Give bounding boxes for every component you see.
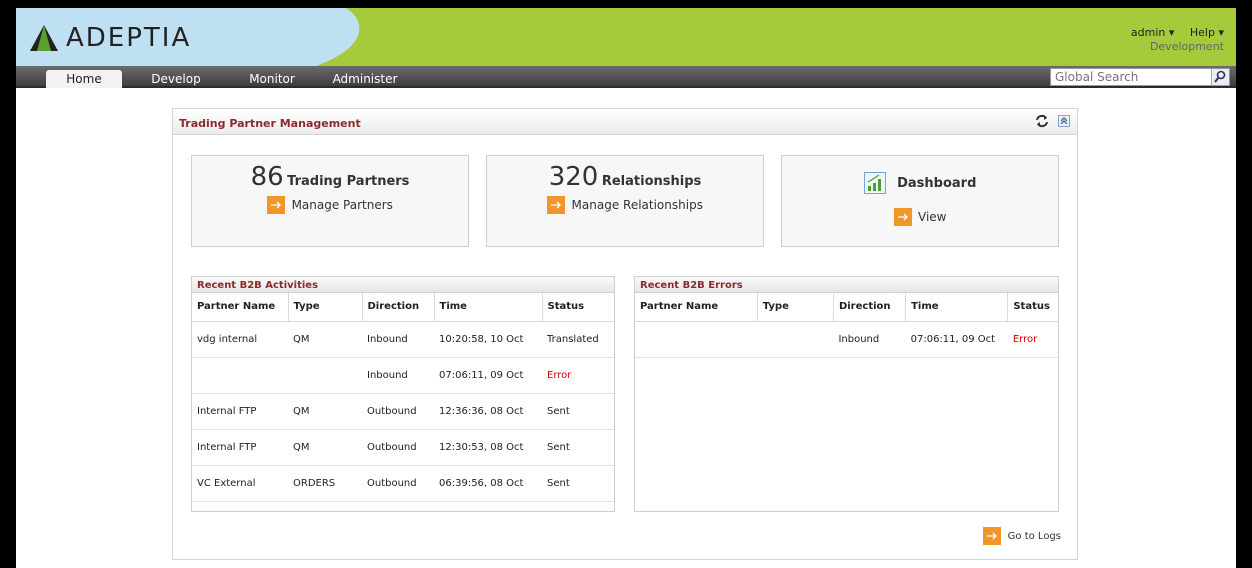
recent-activities-table: Recent B2B Activities Partner Name Type … bbox=[191, 276, 615, 512]
global-search-input[interactable] bbox=[1051, 69, 1207, 85]
refresh-icon bbox=[1036, 114, 1048, 128]
refresh-button[interactable] bbox=[1035, 114, 1049, 128]
recent-errors-table: Recent B2B Errors Partner Name Type Dire… bbox=[634, 276, 1059, 512]
table-header-row: Partner Name Type Direction Time Status bbox=[192, 293, 614, 322]
arrow-right-icon bbox=[983, 527, 1002, 545]
header-swoosh bbox=[16, 8, 360, 66]
search-icon bbox=[1214, 70, 1226, 83]
type-cell: QM bbox=[288, 393, 362, 430]
column-header[interactable]: Status bbox=[542, 293, 614, 322]
trading-partners-count: 86 bbox=[250, 162, 284, 192]
recent-activities-title: Recent B2B Activities bbox=[192, 277, 614, 293]
partner-cell: Internal FTP bbox=[192, 429, 288, 466]
relationships-count: 320 bbox=[548, 162, 599, 192]
partner-cell: Internal FTP bbox=[192, 393, 288, 430]
trading-partner-panel: Trading Partner Management 86 Trading Pa… bbox=[172, 108, 1078, 560]
column-header[interactable]: Type bbox=[757, 293, 834, 322]
global-search bbox=[1050, 68, 1230, 86]
status-cell: Sent bbox=[542, 429, 614, 466]
type-cell bbox=[288, 357, 362, 394]
type-cell: ORDERS bbox=[288, 465, 362, 502]
direction-cell: Inbound bbox=[833, 321, 906, 358]
partner-cell: VC External bbox=[192, 465, 288, 502]
tab-administer[interactable]: Administer bbox=[330, 70, 400, 88]
arrow-right-icon bbox=[893, 208, 912, 226]
tab-monitor[interactable]: Monitor bbox=[242, 70, 302, 88]
search-button[interactable] bbox=[1211, 69, 1229, 85]
collapse-button[interactable] bbox=[1057, 114, 1071, 128]
environment-label: Development bbox=[1149, 40, 1224, 53]
relationships-label: Relationships bbox=[601, 174, 702, 189]
dashboard-chart-icon bbox=[863, 172, 886, 194]
arrow-right-icon bbox=[547, 196, 566, 214]
type-cell: QM bbox=[288, 429, 362, 466]
direction-cell: Outbound bbox=[362, 465, 434, 502]
type-cell bbox=[757, 321, 834, 358]
collapse-up-icon bbox=[1058, 115, 1070, 127]
table-row[interactable]: vdg internal QM Inbound 10:20:58, 10 Oct… bbox=[192, 321, 614, 358]
logo-text: ADEPTIA bbox=[66, 23, 192, 53]
manage-partners-link[interactable]: Manage Partners bbox=[192, 196, 468, 214]
column-header[interactable]: Time bbox=[434, 293, 543, 322]
trading-partners-card: 86 Trading Partners Manage Partners bbox=[191, 155, 469, 247]
relationships-card: 320 Relationships Manage Relationships bbox=[486, 155, 764, 247]
tab-home[interactable]: Home bbox=[46, 70, 122, 88]
time-cell: 12:30:53, 08 Oct bbox=[434, 429, 542, 466]
logo-triangle-icon bbox=[30, 25, 58, 51]
column-header[interactable]: Direction bbox=[833, 293, 907, 322]
column-header[interactable]: Partner Name bbox=[192, 293, 289, 322]
partner-cell: vdg internal bbox=[192, 321, 288, 358]
panel-header: Trading Partner Management bbox=[173, 109, 1077, 135]
direction-cell: Outbound bbox=[362, 393, 434, 430]
status-cell: Sent bbox=[542, 465, 614, 502]
recent-errors-title: Recent B2B Errors bbox=[635, 277, 1058, 293]
table-row[interactable]: Inbound 07:06:11, 09 Oct Error bbox=[635, 321, 1058, 358]
status-cell: Error bbox=[1007, 321, 1058, 358]
go-to-logs-link[interactable]: Go to Logs bbox=[983, 527, 1061, 545]
time-cell: 07:06:11, 09 Oct bbox=[905, 321, 1008, 358]
table-row[interactable]: Internal FTP QM Outbound 12:36:36, 08 Oc… bbox=[192, 393, 614, 430]
main-nav: Home Develop Monitor Administer bbox=[16, 66, 1236, 88]
tab-develop[interactable]: Develop bbox=[146, 70, 206, 88]
status-cell: Translated bbox=[542, 321, 614, 358]
column-header[interactable]: Status bbox=[1007, 293, 1058, 322]
panel-title: Trading Partner Management bbox=[179, 117, 361, 130]
app-window: ADEPTIA admin ▾ Help ▾ Development Home … bbox=[16, 8, 1236, 568]
type-cell: QM bbox=[288, 321, 362, 358]
direction-cell: Outbound bbox=[362, 429, 434, 466]
partner-cell bbox=[192, 357, 288, 394]
manage-relationships-link[interactable]: Manage Relationships bbox=[487, 196, 763, 214]
direction-cell: Inbound bbox=[362, 357, 434, 394]
status-cell: Sent bbox=[542, 393, 614, 430]
time-cell: 12:36:36, 08 Oct bbox=[434, 393, 542, 430]
time-cell: 10:20:58, 10 Oct bbox=[434, 321, 542, 358]
column-header[interactable]: Time bbox=[905, 293, 1009, 322]
help-menu[interactable]: Help ▾ bbox=[1190, 26, 1224, 39]
column-header[interactable]: Type bbox=[288, 293, 363, 322]
direction-cell: Inbound bbox=[362, 321, 434, 358]
dashboard-label: Dashboard bbox=[897, 175, 977, 191]
table-header-row: Partner Name Type Direction Time Status bbox=[635, 293, 1058, 322]
partner-cell bbox=[635, 321, 758, 358]
table-row[interactable]: VC External ORDERS Outbound 06:39:56, 08… bbox=[192, 465, 614, 502]
table-row[interactable]: Internal FTP QM Outbound 12:30:53, 08 Oc… bbox=[192, 429, 614, 466]
panel-tools bbox=[1027, 114, 1071, 128]
admin-menu[interactable]: admin ▾ bbox=[1131, 26, 1174, 39]
column-header[interactable]: Partner Name bbox=[635, 293, 758, 322]
dashboard-card: Dashboard View bbox=[781, 155, 1059, 247]
time-cell: 07:06:11, 09 Oct bbox=[434, 357, 542, 394]
dashboard-view-link[interactable]: View bbox=[782, 208, 1058, 226]
table-row[interactable]: Inbound 07:06:11, 09 Oct Error bbox=[192, 357, 614, 394]
column-header[interactable]: Direction bbox=[362, 293, 435, 322]
arrow-right-icon bbox=[267, 196, 286, 214]
status-cell: Error bbox=[542, 357, 614, 394]
adeptia-logo[interactable]: ADEPTIA bbox=[28, 20, 191, 56]
trading-partners-label: Trading Partners bbox=[287, 174, 410, 189]
user-area: admin ▾ Help ▾ Development bbox=[1119, 26, 1224, 53]
app-header: ADEPTIA admin ▾ Help ▾ Development bbox=[16, 8, 1236, 66]
time-cell: 06:39:56, 08 Oct bbox=[434, 465, 542, 502]
